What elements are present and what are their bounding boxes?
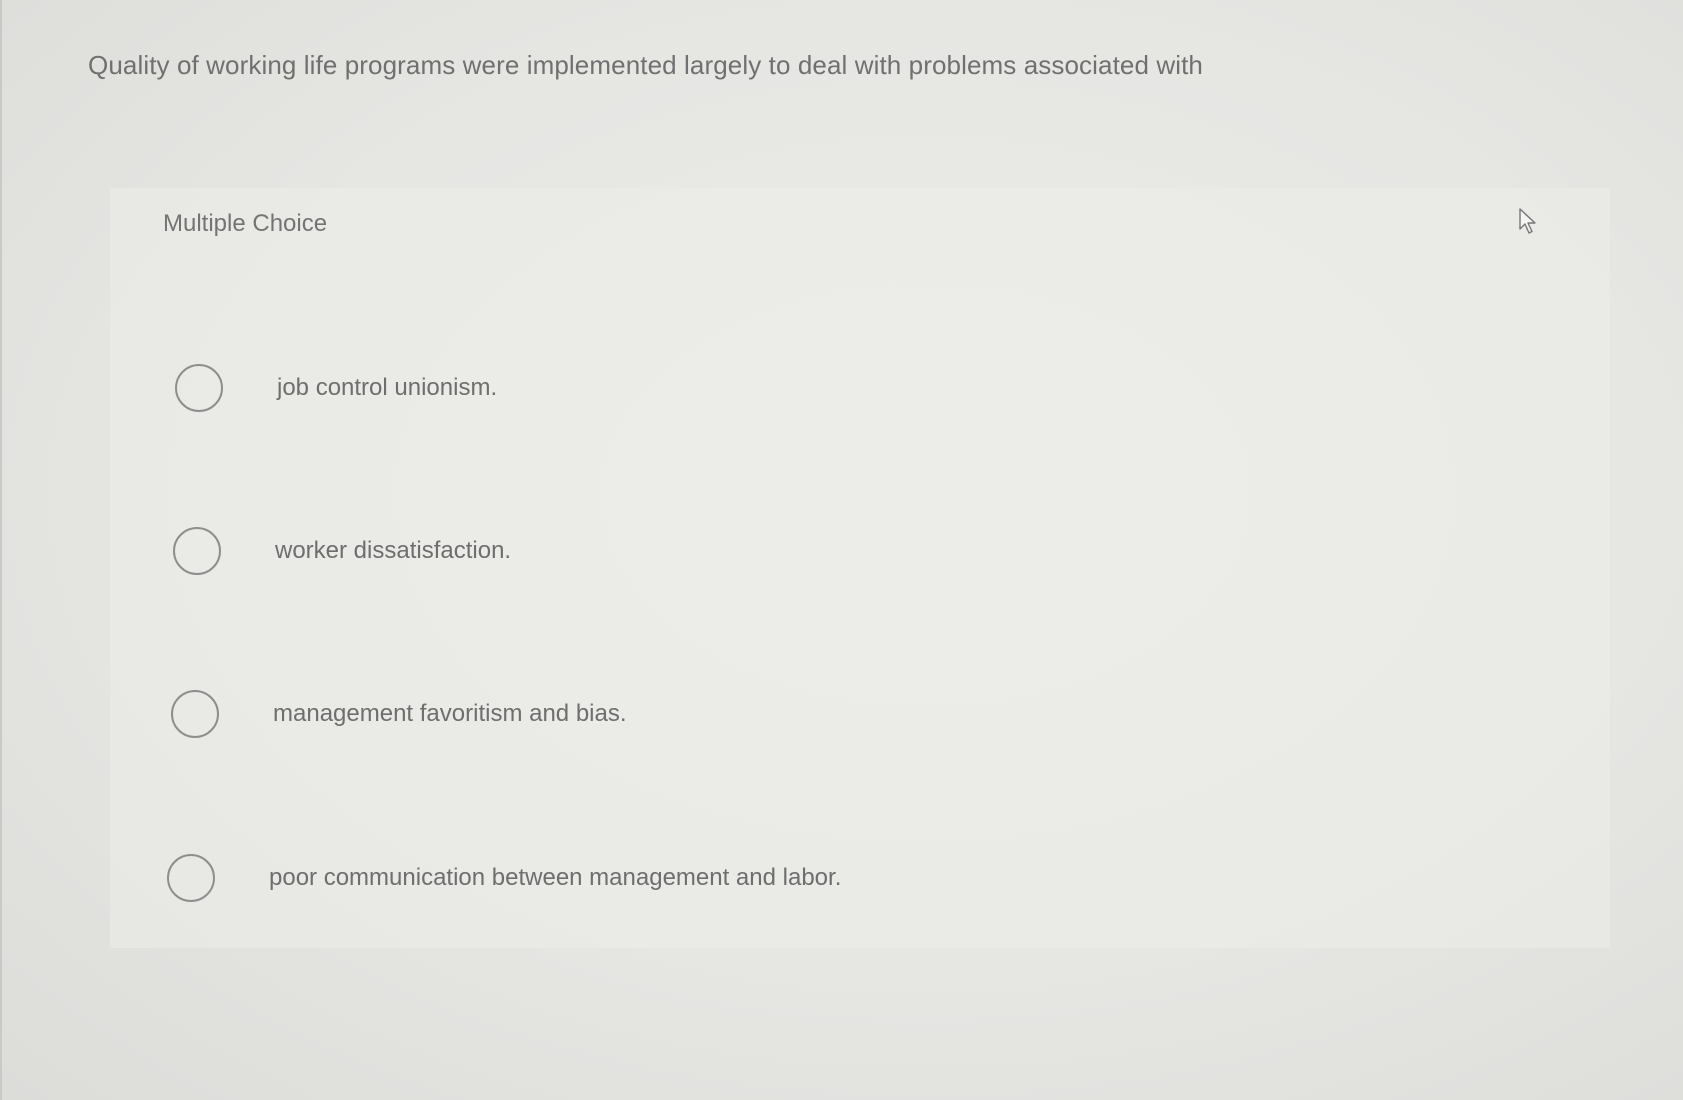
option-label: worker dissatisfaction. [275,537,512,564]
option-management-favoritism[interactable]: management favoritism and bias. [171,686,627,742]
option-label: job control unionism. [277,374,498,401]
radio-circle-icon[interactable] [171,690,219,738]
question-prompt: Quality of working life programs were im… [88,50,1203,80]
radio-circle-icon[interactable] [173,527,221,575]
radio-circle-icon[interactable] [167,854,215,902]
quiz-page: Quality of working life programs were im… [0,0,1683,1100]
option-label: poor communication between management an… [269,864,842,891]
option-worker-dissatisfaction[interactable]: worker dissatisfaction. [173,523,511,579]
mouse-pointer-icon [1519,208,1536,234]
radio-circle-icon[interactable] [175,364,223,412]
option-poor-communication[interactable]: poor communication between management an… [167,850,841,906]
question-type-label: Multiple Choice [163,210,328,237]
window-edge [0,0,2,1100]
option-label: management favoritism and bias. [273,700,627,727]
option-job-control-unionism[interactable]: job control unionism. [175,360,497,416]
